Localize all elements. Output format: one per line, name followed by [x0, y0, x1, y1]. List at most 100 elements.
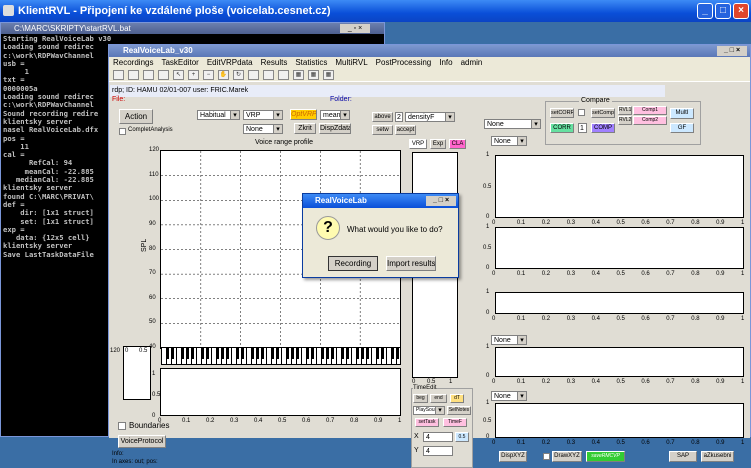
piano-black-key[interactable] [285, 348, 289, 359]
piano-black-key[interactable] [290, 348, 294, 359]
rvl2-button[interactable]: RVL2 [618, 116, 632, 125]
piano-black-key[interactable] [190, 348, 194, 359]
new-icon[interactable] [113, 70, 124, 80]
menu-item-statistics[interactable]: Statistics [295, 57, 327, 68]
drawxyz-button[interactable]: DrawXYZ [552, 451, 582, 462]
x-input[interactable]: 4 [423, 432, 453, 442]
piano-black-key[interactable] [200, 348, 204, 359]
rotate-icon[interactable]: ↻ [233, 70, 244, 80]
piano-black-key[interactable] [401, 348, 402, 359]
menu-item-recordings[interactable]: Recordings [113, 57, 153, 68]
timef-button[interactable]: TimeF [443, 418, 467, 427]
gf-button[interactable]: GF [670, 123, 694, 133]
menu-item-postprocessing[interactable]: PostProcessing [376, 57, 432, 68]
drawxyz-checkbox[interactable] [543, 453, 550, 460]
setw-button[interactable]: setw [372, 125, 393, 135]
mean-select[interactable]: mean [320, 110, 350, 120]
comp2-button[interactable]: Comp2 [633, 116, 667, 125]
piano-keyboard[interactable] [161, 347, 401, 365]
left-small-axes[interactable] [123, 346, 151, 400]
comp1-button[interactable]: Comp1 [633, 106, 667, 115]
above-value[interactable]: 2 [395, 112, 403, 122]
above-button[interactable]: above [372, 112, 393, 122]
action-button[interactable]: Action [119, 109, 153, 124]
recording-button[interactable]: Recording [328, 256, 378, 271]
rvl1-button[interactable]: RVL1 [618, 106, 632, 115]
none-select-1[interactable]: None [243, 124, 283, 134]
y-input[interactable]: 4 [423, 446, 453, 456]
vrp-select[interactable]: VRP [243, 110, 283, 120]
right-axes-4[interactable] [495, 347, 744, 377]
piano-black-key[interactable] [375, 348, 379, 359]
compare-none-select-2[interactable]: None [491, 136, 527, 146]
import-results-button[interactable]: Import results [386, 256, 436, 271]
piano-black-key[interactable] [355, 348, 359, 359]
right-axes-3[interactable] [495, 292, 744, 314]
settask-button[interactable]: setTask [415, 418, 439, 427]
density-select[interactable]: densityF [405, 112, 455, 122]
compare-value[interactable]: 1 [578, 123, 587, 133]
right-axes-1[interactable] [495, 155, 744, 218]
zoom-in-icon[interactable]: + [188, 70, 199, 80]
open-icon[interactable] [128, 70, 139, 80]
pointer-icon[interactable]: ↖ [173, 70, 184, 80]
boundaries-checkbox[interactable] [118, 422, 126, 430]
dialog-window-buttons[interactable]: _ □ × [426, 196, 456, 206]
menu-item-results[interactable]: Results [261, 57, 288, 68]
piano-black-key[interactable] [305, 348, 309, 359]
datacursor-icon[interactable] [248, 70, 259, 80]
piano-black-key[interactable] [395, 348, 399, 359]
piano-black-key[interactable] [250, 348, 254, 359]
piano-black-key[interactable] [170, 348, 174, 359]
dt-button[interactable]: dT [450, 394, 464, 403]
playsound-select[interactable]: PlaySound [413, 406, 445, 415]
zkrit-button[interactable]: Zkrit [294, 123, 316, 134]
piano-black-key[interactable] [325, 348, 329, 359]
piano-black-key[interactable] [235, 348, 239, 359]
saveright-button[interactable]: saveRMCVP [586, 451, 625, 462]
piano-black-key[interactable] [380, 348, 384, 359]
piano-black-key[interactable] [225, 348, 229, 359]
setcorr-button[interactable]: setCORR [550, 108, 574, 118]
tool-icon-a[interactable]: ▦ [308, 70, 319, 80]
menu-item-multirvl[interactable]: MultiRVL [335, 57, 367, 68]
piano-black-key[interactable] [340, 348, 344, 359]
compare-none-select[interactable]: None [484, 119, 541, 129]
right-axes-5[interactable] [495, 403, 744, 438]
accept-button[interactable]: accept [395, 125, 416, 135]
grid-icon[interactable]: ▦ [293, 70, 304, 80]
vrp-toggle[interactable]: VRP [409, 139, 427, 149]
cmd-window-buttons[interactable]: _ ▫ × [340, 24, 370, 33]
piano-black-key[interactable] [260, 348, 264, 359]
menu-item-editvrpdata[interactable]: EditVRPdata [207, 57, 253, 68]
optvrp-button[interactable]: OptVRP [290, 109, 317, 120]
close-button[interactable]: × [733, 3, 749, 19]
habitual-select[interactable]: Habitual [197, 110, 240, 120]
print-icon[interactable] [158, 70, 169, 80]
piano-black-key[interactable] [215, 348, 219, 359]
sap-button[interactable]: SAP [669, 451, 697, 462]
colorbar-icon[interactable] [263, 70, 274, 80]
selnotes-button[interactable]: SelNotes [447, 406, 471, 415]
save-icon[interactable] [143, 70, 154, 80]
piano-black-key[interactable] [330, 348, 334, 359]
complet-analysis-checkbox[interactable] [119, 128, 126, 135]
rvl-window-buttons[interactable]: _ □ × [717, 46, 747, 56]
piano-black-key[interactable] [205, 348, 209, 359]
piano-black-key[interactable] [240, 348, 244, 359]
cla-toggle[interactable]: CLA [449, 139, 466, 149]
piano-black-key[interactable] [320, 348, 324, 359]
azkusebni-button[interactable]: aZkusebni [701, 451, 734, 462]
piano-black-key[interactable] [275, 348, 279, 359]
piano-black-key[interactable] [220, 348, 224, 359]
piano-black-key[interactable] [185, 348, 189, 359]
beg-button[interactable]: beg [413, 394, 428, 403]
dispzdata-button[interactable]: DispZdata [319, 123, 351, 134]
piano-black-key[interactable] [180, 348, 184, 359]
piano-black-key[interactable] [360, 348, 364, 359]
pan-icon[interactable]: ✋ [218, 70, 229, 80]
minimize-button[interactable]: _ [697, 3, 713, 19]
piano-black-key[interactable] [255, 348, 259, 359]
compare-checkbox[interactable] [578, 109, 585, 116]
maximize-button[interactable]: □ [715, 3, 731, 19]
